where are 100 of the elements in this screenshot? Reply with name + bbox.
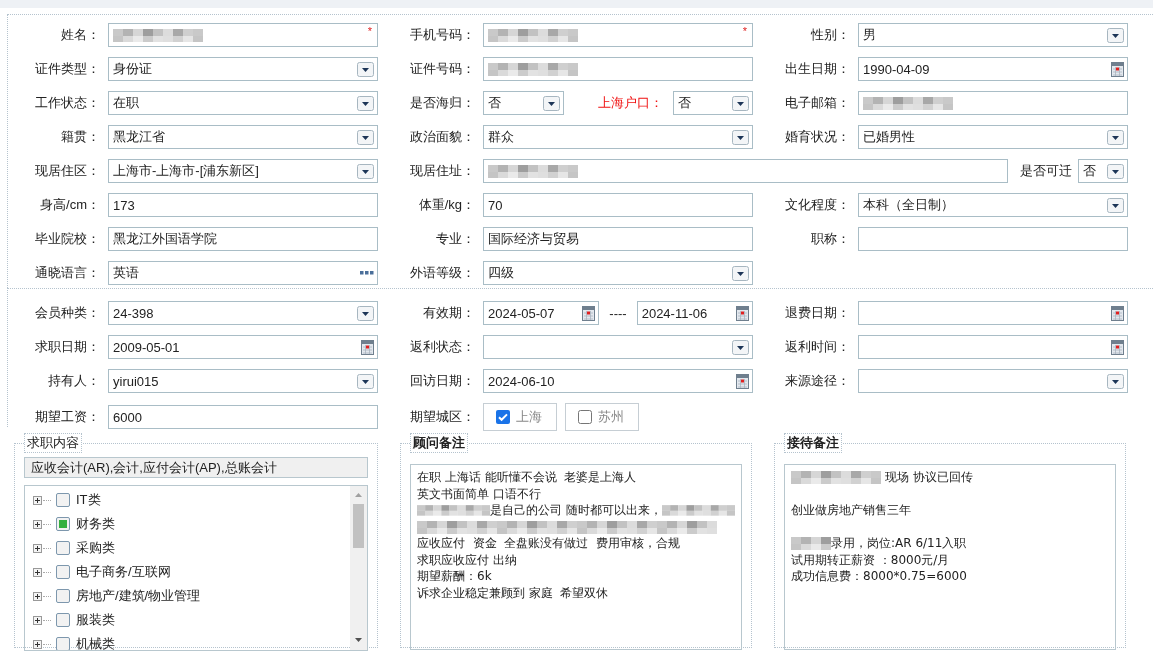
field-label: 工作状态： <box>35 94 100 112</box>
field-label: 是否海归： <box>410 94 475 112</box>
expand-icon[interactable] <box>33 639 42 649</box>
field-label: 证件类型： <box>35 60 100 78</box>
expand-icon[interactable] <box>33 495 42 505</box>
field-label: 手机号码： <box>410 26 475 44</box>
tree-item[interactable]: 机械类 <box>76 635 115 650</box>
note-text: 现场 协议已回传 <box>883 469 973 486</box>
field-label: 出生日期： <box>785 60 850 78</box>
date-field[interactable]: 2009-05-01 <box>108 335 378 359</box>
dropdown-field[interactable]: 24-398 <box>108 301 378 325</box>
date-field[interactable] <box>858 335 1128 359</box>
checkbox[interactable] <box>56 637 70 650</box>
dropdown-field[interactable]: 本科（全日制） <box>858 193 1128 217</box>
tree-item[interactable]: 财务类 <box>76 515 115 533</box>
note-text: 创业做房地产销售三年 <box>791 502 911 519</box>
note-text: 是自己的公司 随时都可以出来， <box>490 502 662 519</box>
text-field[interactable]: 70 <box>483 193 753 217</box>
calendar-icon[interactable] <box>1111 339 1124 355</box>
tree-item[interactable]: IT类 <box>76 491 101 509</box>
panel-legend: 接待备注 <box>784 433 842 453</box>
calendar-icon[interactable] <box>1111 305 1124 321</box>
dropdown-field[interactable]: 四级 <box>483 261 753 285</box>
checkbox[interactable] <box>56 517 70 531</box>
dropdown-field[interactable]: 黑龙江省 <box>108 125 378 149</box>
checkbox[interactable] <box>496 410 510 424</box>
expand-icon[interactable] <box>33 519 42 529</box>
field-label: 身高/cm： <box>40 196 100 214</box>
expand-icon[interactable] <box>33 567 42 577</box>
field-label: 来源途径： <box>785 372 850 390</box>
dropdown-field[interactable]: 群众 <box>483 125 753 149</box>
text-field[interactable] <box>483 159 1008 183</box>
notes-field[interactable]: 现场 协议已回传 创业做房地产销售三年 录用，岗位:AR 6/11入职 试用期转正薪资 ：8000元/月 成功信息费：8000*0.75=6000 <box>784 464 1116 650</box>
field-label: 期望城区： <box>410 408 475 426</box>
dropdown-field[interactable]: 已婚男性 <box>858 125 1128 149</box>
more-icon[interactable] <box>360 271 374 275</box>
lookup-field[interactable]: 英语 <box>108 261 378 285</box>
text-field[interactable]: 6000 <box>108 405 378 429</box>
field-label: 体重/kg： <box>418 196 475 214</box>
notes-field[interactable]: 在职 上海话 能听懂不会说 老婆是上海人 英文书面简单 口语不行 是自己的公司 随时都可以出来， 应收应付 资金 全盘账没有做过 费用审核，合规 求职应收应付 出纳 期望薪酬：6k 诉求企业稳定兼顾到 家庭 希望双休 <box>410 464 742 650</box>
date-field[interactable]: 1990-04-09 <box>858 57 1128 81</box>
dropdown-field[interactable]: 在职 <box>108 91 378 115</box>
text-field[interactable]: 国际经济与贸易 <box>483 227 753 251</box>
field-label: 籍贯： <box>61 128 100 146</box>
date-field[interactable]: 2024-05-07 <box>483 301 600 325</box>
text-field[interactable] <box>858 227 1128 251</box>
field-label: 文化程度： <box>785 196 850 214</box>
field-label: 会员种类： <box>35 304 100 322</box>
calendar-icon[interactable] <box>736 305 749 321</box>
note-text: 录用，岗位:AR 6/11入职 <box>831 535 967 552</box>
field-label: 持有人： <box>48 372 100 390</box>
dropdown-field[interactable]: 否 <box>483 91 564 115</box>
panel-legend: 求职内容 <box>24 433 82 453</box>
dropdown-field[interactable]: 否 <box>1078 159 1128 183</box>
note-text: 在职 上海话 能听懂不会说 老婆是上海人 <box>417 469 637 486</box>
calendar-icon[interactable] <box>736 373 749 389</box>
checkbox[interactable] <box>56 541 70 555</box>
dropdown-field[interactable]: 身份证 <box>108 57 378 81</box>
field-label: 证件号码： <box>410 60 475 78</box>
calendar-icon[interactable] <box>1111 61 1124 77</box>
checkbox[interactable] <box>56 493 70 507</box>
dropdown-field[interactable] <box>858 369 1128 393</box>
tree-item[interactable]: 采购类 <box>76 539 115 557</box>
dropdown-field[interactable]: 上海市-上海市-[浦东新区] <box>108 159 378 183</box>
dropdown-field[interactable]: 否 <box>672 91 753 115</box>
required-marker: * <box>742 25 747 37</box>
text-field[interactable]: 黑龙江外国语学院 <box>108 227 378 251</box>
calendar-icon[interactable] <box>582 305 596 321</box>
checkbox[interactable] <box>578 410 592 424</box>
text-field[interactable]: * <box>108 23 378 47</box>
field-label: 是否可迁 <box>1019 162 1073 180</box>
tree-item[interactable]: 电子商务/互联网 <box>76 563 171 581</box>
expand-icon[interactable] <box>33 615 42 625</box>
date-field[interactable]: 2024-06-10 <box>483 369 753 393</box>
text-field[interactable] <box>858 91 1128 115</box>
field-label: 返利状态： <box>410 338 475 356</box>
city-option[interactable]: 上海 <box>483 403 557 431</box>
tree-item[interactable]: 服装类 <box>76 611 115 629</box>
calendar-icon[interactable] <box>361 339 374 355</box>
expand-icon[interactable] <box>33 543 42 553</box>
field-label: ---- <box>608 305 628 321</box>
city-option[interactable]: 苏州 <box>565 403 639 431</box>
field-label: 期望工资： <box>35 408 100 426</box>
text-field[interactable]: * <box>483 23 753 47</box>
text-field[interactable] <box>483 57 753 81</box>
text-field[interactable]: 173 <box>108 193 378 217</box>
dropdown-field[interactable]: 男 <box>858 23 1128 47</box>
note-text: 诉求企业稳定兼顾到 家庭 希望双休 <box>417 584 609 601</box>
field-label: 电子邮箱： <box>785 94 850 112</box>
expand-icon[interactable] <box>33 591 42 601</box>
date-field[interactable]: 2024-11-06 <box>636 301 753 325</box>
date-field[interactable] <box>858 301 1128 325</box>
checkbox[interactable] <box>56 565 70 579</box>
dropdown-field[interactable]: yirui015 <box>108 369 378 393</box>
tree-item[interactable]: 房地产/建筑/物业管理 <box>76 587 201 605</box>
dropdown-field[interactable] <box>483 335 753 359</box>
scrollbar[interactable] <box>350 486 367 650</box>
checkbox[interactable] <box>56 589 70 603</box>
selected-jobs-field[interactable]: 应收会计(AR),会计,应付会计(AP),总账会计 <box>24 457 368 478</box>
checkbox[interactable] <box>56 613 70 627</box>
